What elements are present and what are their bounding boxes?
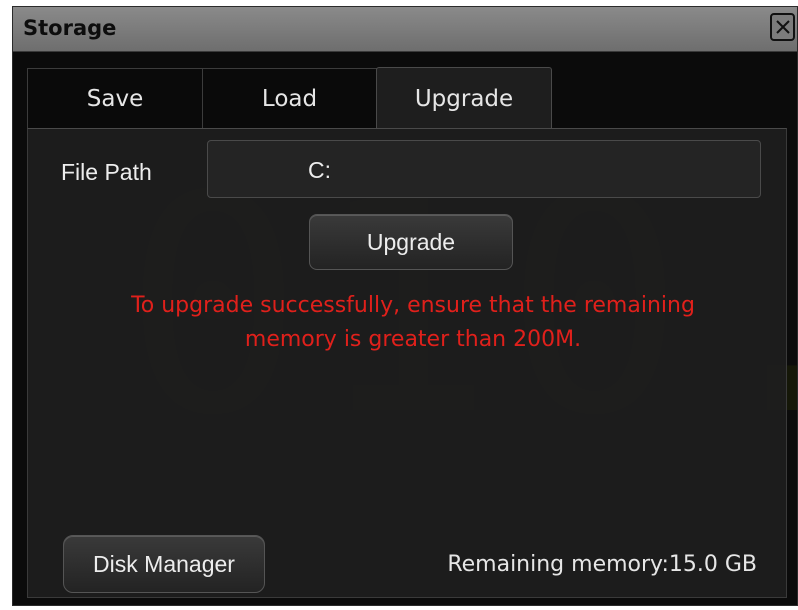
upgrade-warning: To upgrade successfully, ensure that the… — [53, 289, 773, 357]
warning-line-2: memory is greater than 200M. — [244, 327, 582, 352]
upgrade-button-label: Upgrade — [366, 228, 456, 255]
title-bar: Storage — [13, 7, 797, 52]
upgrade-panel — [27, 128, 787, 598]
dialog-title: Storage — [23, 16, 117, 40]
file-path-field[interactable]: C: — [207, 140, 761, 198]
remaining-memory-text: Remaining memory:15.0 GB — [447, 552, 757, 577]
tab-load-label: Load — [261, 85, 318, 112]
disk-manager-button[interactable]: Disk Manager — [63, 535, 265, 593]
file-path-value: C: — [308, 157, 331, 183]
close-button[interactable] — [770, 13, 795, 41]
tab-upgrade-label: Upgrade — [414, 85, 514, 112]
tab-upgrade[interactable]: Upgrade — [376, 67, 552, 129]
disk-manager-label: Disk Manager — [93, 550, 235, 577]
tab-save[interactable]: Save — [27, 68, 203, 128]
warning-line-1: To upgrade successfully, ensure that the… — [131, 293, 695, 318]
close-icon — [775, 20, 790, 34]
storage-dialog: Storage 010.02 Save Load Upgrade File Pa… — [12, 6, 798, 606]
file-path-label: File Path — [61, 159, 152, 185]
tab-load[interactable]: Load — [202, 68, 377, 128]
upgrade-button[interactable]: Upgrade — [309, 214, 513, 270]
tab-save-label: Save — [86, 85, 144, 112]
